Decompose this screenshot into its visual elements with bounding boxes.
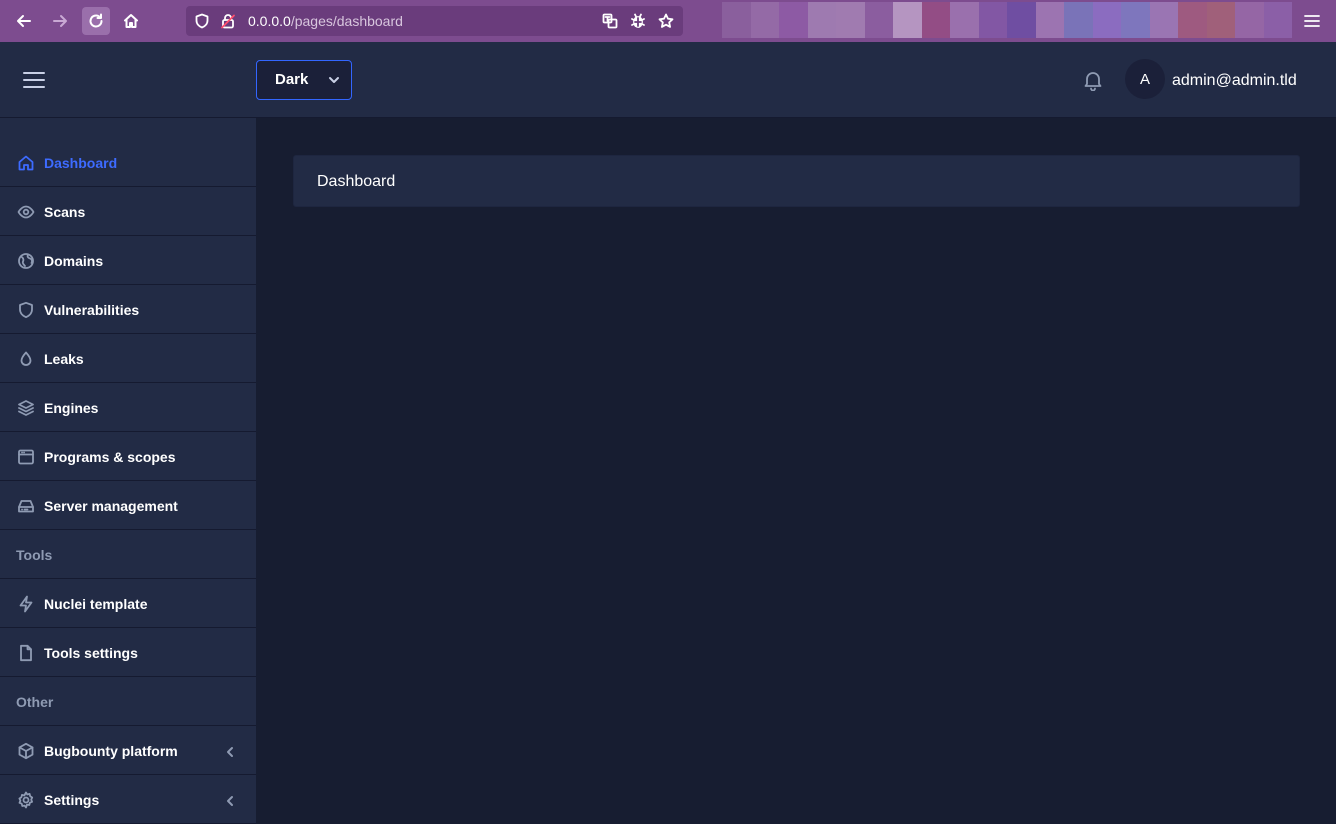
browser-tab[interactable] [1092, 2, 1121, 38]
avatar-initial: A [1139, 70, 1150, 88]
sidebar-item-scans[interactable]: Scans [0, 187, 256, 236]
sidebar-item-programs-scopes[interactable]: Programs & scopes [0, 432, 256, 481]
chevron-left-icon[interactable] [224, 745, 236, 757]
menu-icon [23, 72, 45, 88]
sidebar: Dashboard Scans Domains Vulnerabilities … [0, 118, 256, 824]
forward-button[interactable] [46, 7, 74, 35]
address-bar[interactable]: 0.0.0.0/pages/dashboard [186, 6, 683, 36]
home-icon [17, 154, 35, 172]
dashboard-card: Dashboard [293, 155, 1300, 207]
shield-icon [17, 301, 35, 319]
url-path: /pages/dashboard [290, 13, 403, 29]
browser-tab[interactable] [1235, 2, 1264, 38]
sidebar-item-label: Domains [44, 253, 104, 269]
browser-tab[interactable] [1035, 2, 1064, 38]
chevron-down-icon [327, 73, 341, 87]
reload-icon [89, 13, 103, 28]
theme-select-value: Dark [275, 71, 309, 88]
sidebar-item-vulnerabilities[interactable]: Vulnerabilities [0, 285, 256, 334]
translate-icon[interactable] [602, 13, 618, 29]
sidebar-item-leaks[interactable]: Leaks [0, 334, 256, 383]
sidebar-item-label: Dashboard [44, 155, 118, 171]
avatar[interactable]: A [1125, 59, 1165, 99]
sidebar-item-engines[interactable]: Engines [0, 383, 256, 432]
sidebar-item-bugbounty-platform[interactable]: Bugbounty platform [0, 726, 256, 775]
layers-icon [17, 399, 35, 417]
sidebar-group-label: Other [16, 694, 54, 710]
browser-tab[interactable] [864, 2, 893, 38]
card-title: Dashboard [317, 173, 396, 190]
sidebar-item-label: Engines [44, 400, 99, 416]
browser-tab[interactable] [722, 2, 751, 38]
sidebar-item-label: Bugbounty platform [44, 743, 178, 759]
browser-tab[interactable] [836, 2, 865, 38]
sidebar-item-label: Vulnerabilities [44, 302, 140, 318]
eye-icon [17, 203, 35, 221]
insecure-lock-icon[interactable] [220, 13, 236, 29]
browser-tab[interactable] [1007, 2, 1036, 38]
browser-tab[interactable] [893, 2, 922, 38]
sidebar-item-settings[interactable]: Settings [0, 775, 256, 824]
browser-tab[interactable] [1064, 2, 1093, 38]
bug-extension-icon[interactable] [630, 13, 646, 29]
hard-drive-icon [17, 497, 35, 515]
sidebar-item-label: Settings [44, 792, 100, 808]
browser-tab[interactable] [750, 2, 779, 38]
sidebar-group-label: Tools [16, 547, 53, 563]
sidebar-item-label: Programs & scopes [44, 449, 176, 465]
browser-tab[interactable] [1121, 2, 1150, 38]
browser-tab[interactable] [1263, 2, 1292, 38]
home-button[interactable] [117, 7, 145, 35]
chevron-left-icon[interactable] [224, 794, 236, 806]
droplet-icon [17, 350, 35, 368]
url-text: 0.0.0.0/pages/dashboard [248, 13, 403, 29]
browser-tab[interactable] [921, 2, 950, 38]
browser-tab[interactable] [950, 2, 979, 38]
arrow-left-icon [17, 15, 31, 27]
notifications-button[interactable] [1082, 69, 1104, 92]
tracking-shield-icon[interactable] [194, 13, 210, 29]
settings-icon [17, 791, 35, 809]
cube-icon [17, 742, 35, 760]
sidebar-group-tools: Tools [0, 530, 256, 579]
globe-icon [17, 252, 35, 270]
sidebar-item-tools-settings[interactable]: Tools settings [0, 628, 256, 677]
browser-tab[interactable] [1206, 2, 1235, 38]
browser-tab[interactable] [1149, 2, 1178, 38]
browser-tab[interactable] [1178, 2, 1207, 38]
sidebar-item-label: Nuclei template [44, 596, 148, 612]
url-host: 0.0.0.0 [248, 13, 291, 29]
bell-icon [1084, 72, 1102, 92]
main-content: Dashboard [256, 118, 1336, 824]
bookmark-star-icon[interactable] [658, 13, 674, 29]
browser-tab[interactable] [978, 2, 1007, 38]
browser-icon [17, 448, 35, 466]
app-header: Dark A admin@admin.tld [0, 42, 1336, 118]
file-icon [17, 644, 35, 662]
sidebar-toggle-button[interactable] [22, 70, 46, 90]
sidebar-item-nuclei-template[interactable]: Nuclei template [0, 579, 256, 628]
sidebar-group-other: Other [0, 677, 256, 726]
flash-icon [17, 595, 35, 613]
house-icon [124, 14, 138, 28]
sidebar-item-label: Leaks [44, 351, 84, 367]
theme-select[interactable]: Dark [256, 60, 352, 100]
reload-button[interactable] [82, 7, 110, 35]
arrow-right-icon [53, 15, 67, 27]
browser-menu-button[interactable] [1302, 11, 1322, 31]
back-button[interactable] [10, 7, 38, 35]
sidebar-item-dashboard[interactable]: Dashboard [0, 138, 256, 187]
browser-tab[interactable] [779, 2, 808, 38]
hamburger-menu-icon [1304, 15, 1320, 27]
sidebar-item-label: Tools settings [44, 645, 138, 661]
sidebar-item-domains[interactable]: Domains [0, 236, 256, 285]
sidebar-item-label: Scans [44, 204, 86, 220]
browser-toolbar: 0.0.0.0/pages/dashboard [0, 0, 1336, 42]
sidebar-item-server-management[interactable]: Server management [0, 481, 256, 530]
sidebar-item-label: Server management [44, 498, 178, 514]
user-email[interactable]: admin@admin.tld [1172, 72, 1297, 90]
browser-tab-strip[interactable] [722, 2, 1292, 38]
browser-tab[interactable] [807, 2, 836, 38]
